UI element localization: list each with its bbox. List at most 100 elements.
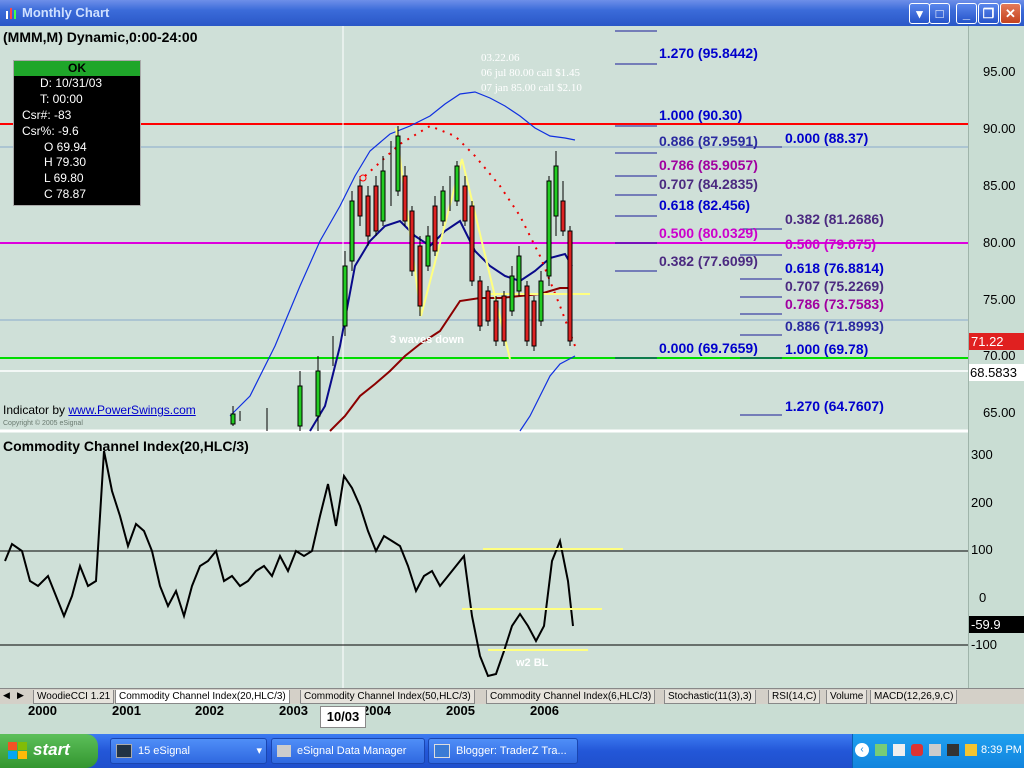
- cci-annotation: w2 BL: [516, 657, 549, 669]
- indicator-credit-prefix: Indicator by: [3, 403, 69, 417]
- study-tab[interactable]: Commodity Channel Index(20,HLC/3): [115, 690, 290, 704]
- chart-app-icon: [6, 8, 16, 19]
- price-axis-tick: 85.00: [983, 178, 1016, 193]
- fib-right-label: 0.500 (79.075): [785, 236, 877, 252]
- study-tab[interactable]: Volume: [826, 690, 868, 704]
- minimize-button[interactable]: _: [956, 3, 977, 24]
- study-tab[interactable]: Commodity Channel Index(50,HLC/3): [300, 690, 475, 704]
- waves-label: 3 waves down: [390, 334, 464, 346]
- fib-right-label: 0.707 (75.2269): [785, 278, 884, 294]
- esignal-app-icon: [116, 744, 132, 759]
- down-arrow-icon: ▾: [916, 6, 923, 21]
- messenger-icon[interactable]: [965, 744, 977, 756]
- cursor-date-badge: 10/03: [320, 706, 366, 728]
- tab-scroll-left-icon[interactable]: ◀: [3, 690, 10, 701]
- start-label: start: [33, 740, 70, 759]
- study-tabs: ◀ ▶ WoodieCCI 1.21 Commodity Channel Inde…: [0, 688, 1024, 705]
- fib-right-label: 0.382 (81.2686): [785, 211, 884, 227]
- fib-right-label: 1.270 (64.7607): [785, 398, 884, 414]
- time-axis-tick: 2002: [195, 703, 224, 718]
- cci-axis-tick: 0: [979, 590, 987, 605]
- cci-axis-tick: -100: [971, 637, 998, 652]
- window-titlebar[interactable]: Monthly Chart ▾ □ _ ❐ ✕: [0, 0, 1024, 26]
- annotation-line2: 07 jan 85.00 call $2.10: [481, 82, 582, 94]
- study-tab[interactable]: WoodieCCI 1.21: [33, 690, 115, 704]
- fib-left-label: 0.382 (77.6099): [659, 253, 758, 269]
- task-data-manager[interactable]: eSignal Data Manager: [271, 738, 425, 764]
- annotation-date: 03.22.06: [481, 52, 520, 64]
- data-panel-row: D: 10/31/03: [40, 76, 103, 90]
- chart-canvas: [0, 26, 968, 688]
- fib-left-label: 0.786 (85.9057): [659, 157, 758, 173]
- price-axis-tick: 95.00: [983, 64, 1016, 79]
- powerswings-link[interactable]: www.PowerSwings.com: [68, 403, 195, 417]
- fib-right-label: 0.886 (71.8993): [785, 318, 884, 334]
- windows-taskbar: start 15 eSignal ▾ eSignal Data Manager B…: [0, 734, 1024, 768]
- study-tab[interactable]: MACD(12,26,9,C): [870, 690, 958, 704]
- tray-expand-icon[interactable]: ‹: [855, 743, 869, 757]
- price-axis-tick: 70.00: [983, 348, 1016, 363]
- close-icon: ✕: [1005, 6, 1016, 21]
- fib-left-label: 1.270 (95.8442): [659, 45, 758, 61]
- menu-arrow-button[interactable]: ▾: [909, 3, 930, 24]
- time-axis-tick: 2006: [530, 703, 559, 718]
- data-panel-row: L 69.80: [44, 171, 84, 186]
- close-button[interactable]: ✕: [1000, 3, 1021, 24]
- lower-band-line: [519, 355, 576, 432]
- data-panel-row: O 69.94: [44, 139, 87, 154]
- volume-icon[interactable]: [929, 744, 941, 756]
- printer-icon[interactable]: [947, 744, 959, 756]
- task-data-manager-label: eSignal Data Manager: [297, 745, 407, 757]
- network-icon[interactable]: [875, 744, 887, 756]
- data-panel-row: T: 00:00: [40, 91, 83, 106]
- price-axis[interactable]: 95.00 90.00 85.00 80.00 75.00 70.00 65.00 71.2…: [968, 26, 1024, 688]
- security-shield-icon[interactable]: [911, 744, 923, 756]
- fib-left-label: 0.618 (82.456): [659, 197, 751, 213]
- task-esignal[interactable]: 15 eSignal ▾: [110, 738, 267, 764]
- clock[interactable]: 8:39 PM: [981, 744, 1022, 756]
- task-blogger[interactable]: Blogger: TraderZ Tra...: [428, 738, 578, 764]
- start-button[interactable]: start: [0, 734, 98, 768]
- restore-icon: ❐: [982, 6, 995, 21]
- restore-button[interactable]: ❐: [978, 3, 999, 24]
- maximize-chart-button[interactable]: □: [929, 3, 950, 24]
- cci-axis-tick: 100: [971, 542, 993, 557]
- cursor-price-badge: 68.5833: [969, 364, 1024, 381]
- price-axis-tick: 90.00: [983, 121, 1016, 136]
- tab-scroll-right-icon[interactable]: ▶: [17, 690, 24, 701]
- data-panel-row: C 78.87: [44, 187, 87, 202]
- fib-right-label: 0.000 (88.37): [785, 130, 869, 146]
- task-blogger-label: Blogger: TraderZ Tra...: [456, 745, 567, 757]
- time-axis[interactable]: 2000 2001 2002 2003 2004 2005 2006 10/03: [0, 703, 1024, 734]
- study-tab[interactable]: RSI(14,C): [768, 690, 821, 704]
- maximize-icon: □: [935, 6, 944, 21]
- data-panel-header: OK: [14, 61, 140, 76]
- time-axis-tick: 2000: [28, 703, 57, 718]
- cci-last-badge: -59.9: [969, 616, 1024, 633]
- study-tab[interactable]: Commodity Channel Index(6,HLC/3): [486, 690, 656, 704]
- system-tray: ‹ 8:39 PM: [852, 734, 1024, 768]
- cursor-marker: [359, 174, 367, 182]
- price-axis-tick: 65.00: [983, 405, 1016, 420]
- display-icon[interactable]: [893, 744, 905, 756]
- time-axis-tick: 2001: [112, 703, 141, 718]
- cci-axis-tick: 200: [971, 495, 993, 510]
- time-axis-tick: 2005: [446, 703, 475, 718]
- price-axis-tick: 80.00: [983, 235, 1016, 250]
- study-tab[interactable]: Stochastic(11(3),3): [664, 690, 756, 704]
- chart-plot-area[interactable]: (MMM,M) Dynamic,0:00-24:00 Indicator by …: [0, 26, 968, 688]
- data-manager-icon: [277, 745, 291, 758]
- data-panel-row: Csr%: -9.6: [22, 123, 79, 138]
- fib-right-label: 1.000 (69.78): [785, 341, 869, 357]
- indicator-credit: Indicator by www.PowerSwings.com: [3, 403, 196, 417]
- cursor-data-panel[interactable]: OK D: 10/31/03 T: 00:00 Csr#: -83 Csr%: -9.…: [13, 60, 141, 206]
- fib-left-label: 0.886 (87.9591): [659, 133, 758, 149]
- symbol-label: (MMM,M) Dynamic,0:00-24:00: [3, 29, 198, 45]
- fib-left-label: 0.000 (69.7659): [659, 340, 758, 356]
- cci-axis-tick: 300: [971, 447, 993, 462]
- data-panel-row: Csr#: -83: [22, 107, 72, 122]
- fib-left-label: 0.707 (84.2835): [659, 176, 758, 192]
- annotation-line1: 06 jul 80.00 call $1.45: [481, 67, 580, 79]
- copyright-text: Copyright © 2005 eSignal: [3, 420, 83, 427]
- data-panel-rows: D: 10/31/03 T: 00:00 Csr#: -83 Csr%: -9.6 O …: [14, 76, 140, 203]
